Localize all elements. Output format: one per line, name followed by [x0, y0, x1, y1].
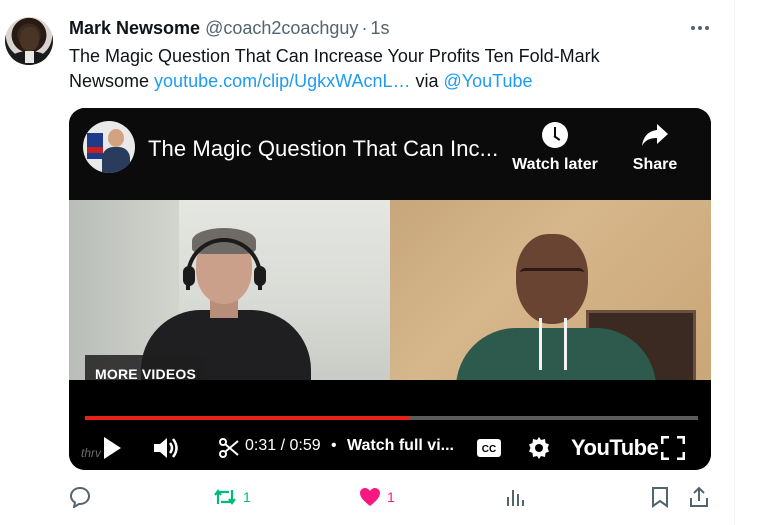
settings-button[interactable]	[525, 435, 553, 461]
video-frame-right-participant	[390, 200, 711, 380]
analytics-icon	[507, 490, 524, 506]
bookmark-icon	[652, 487, 668, 508]
captions-button[interactable]: CC	[475, 436, 503, 460]
watch-later-label: Watch later	[512, 156, 598, 173]
more-icon	[691, 26, 695, 30]
channel-watermark: thrv	[81, 446, 102, 460]
clock-icon	[542, 122, 568, 148]
progress-bar[interactable]	[85, 416, 698, 420]
time-separator: •	[331, 437, 337, 454]
upload-icon	[690, 486, 708, 507]
tweet-header: Mark Newsome @coach2coachguy · 1s	[69, 16, 389, 40]
channel-avatar[interactable]	[83, 121, 135, 173]
tweet-action-bar: 1 1	[69, 484, 719, 510]
cc-icon: CC	[477, 439, 501, 457]
author-handle[interactable]: @coach2coachguy	[205, 18, 358, 39]
via-text: via	[415, 71, 439, 91]
share-tweet-button[interactable]	[689, 484, 709, 510]
like-button[interactable]: 1	[359, 484, 395, 510]
fullscreen-button[interactable]	[659, 434, 687, 462]
watch-full-video-link[interactable]: Watch full vi...	[347, 437, 454, 455]
player-controls: thrv 0:31 / 0:59 • Watch full vi... CC Y…	[69, 380, 711, 470]
header-separator: ·	[361, 17, 368, 38]
time-display: 0:31 / 0:59	[245, 437, 321, 454]
fullscreen-icon	[661, 436, 685, 460]
tweet-text: The Magic Question That Can Increase You…	[69, 44, 669, 94]
more-options-button[interactable]	[688, 18, 712, 38]
svg-text:CC: CC	[482, 444, 496, 455]
timeline-border	[734, 0, 735, 525]
author-avatar[interactable]	[5, 17, 53, 65]
play-button[interactable]	[99, 434, 125, 462]
share-label: Share	[632, 156, 678, 173]
tweet-link[interactable]: youtube.com/clip/UgkxWAcnL…	[154, 71, 410, 91]
retweet-button[interactable]: 1	[213, 484, 251, 510]
video-frame-left-participant	[69, 200, 390, 380]
video-title[interactable]: The Magic Question That Can Inc...	[148, 136, 498, 162]
heart-icon	[360, 488, 380, 506]
bookmark-button[interactable]	[651, 484, 669, 510]
clip-button[interactable]	[217, 436, 241, 460]
youtube-logo[interactable]: YouTube	[571, 435, 659, 461]
video-embed[interactable]: The Magic Question That Can Inc... Watch…	[69, 108, 711, 470]
share-arrow-icon	[642, 124, 668, 146]
volume-icon	[154, 438, 178, 458]
analytics-button[interactable]	[505, 484, 525, 510]
scissors-icon	[219, 438, 239, 458]
tweet-timestamp[interactable]: 1s	[370, 18, 389, 39]
reply-button[interactable]	[69, 484, 91, 510]
reply-icon	[69, 486, 91, 508]
settings-gear-icon	[529, 437, 549, 459]
retweet-count: 1	[243, 489, 251, 505]
video-title-bar: The Magic Question That Can Inc... Watch…	[69, 108, 711, 200]
mute-button[interactable]	[151, 434, 181, 462]
youtube-mention[interactable]: @YouTube	[444, 71, 533, 91]
watch-later-button[interactable]: Watch later	[509, 122, 601, 174]
author-name[interactable]: Mark Newsome	[69, 18, 200, 39]
progress-played	[85, 416, 410, 420]
play-icon	[104, 437, 121, 459]
retweet-icon	[214, 489, 236, 505]
share-button[interactable]: Share	[625, 122, 685, 174]
like-count: 1	[387, 489, 395, 505]
